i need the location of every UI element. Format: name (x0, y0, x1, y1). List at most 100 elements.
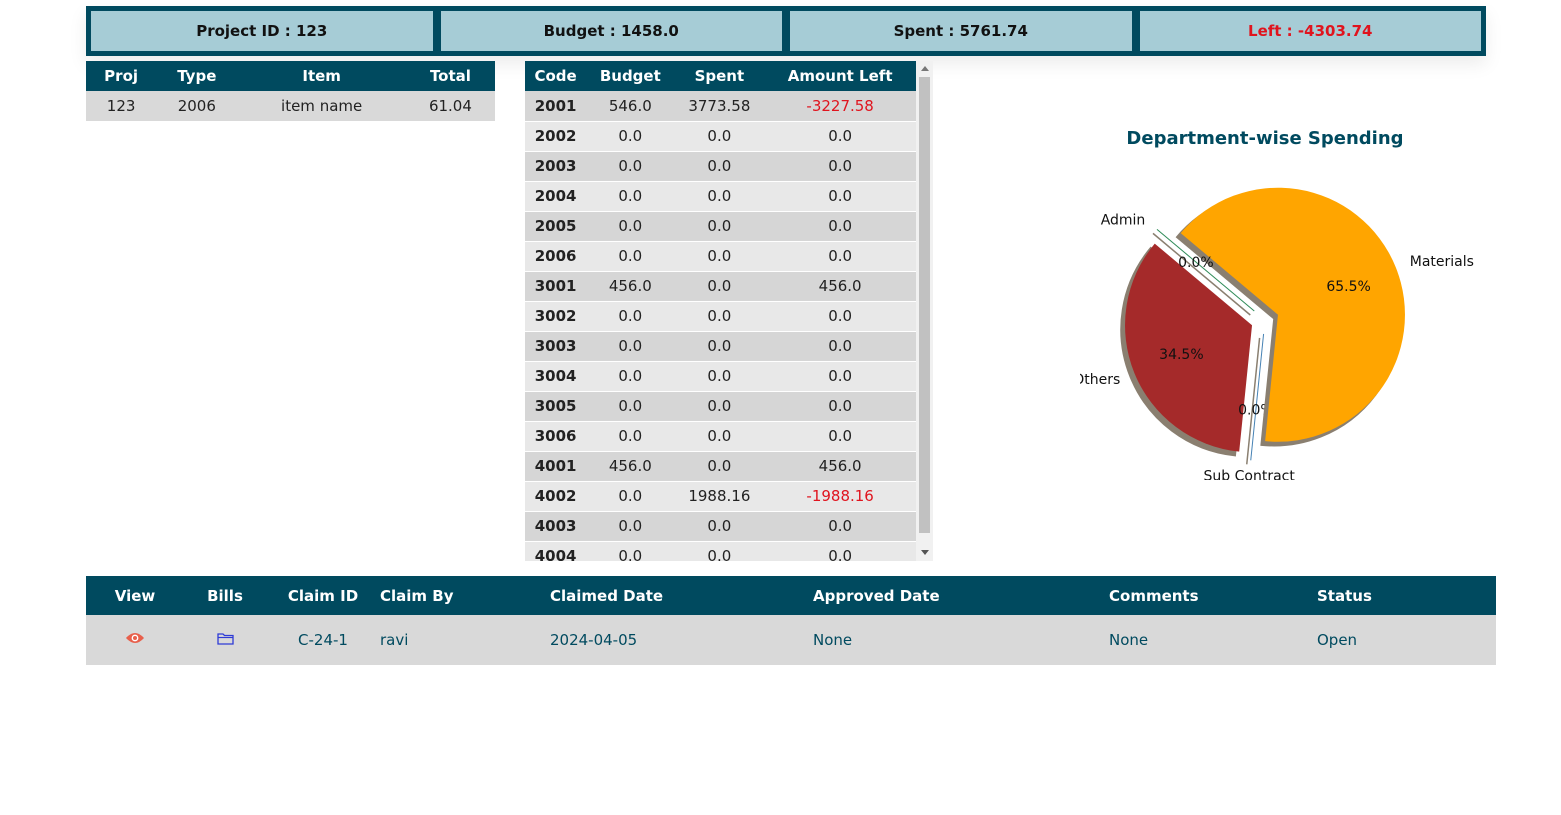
spent-cell: 0.0 (674, 421, 765, 452)
amount-left-cell: 0.0 (764, 331, 916, 362)
table-row: 2004 0.0 0.0 0.0 (525, 181, 916, 212)
bills-cell (184, 615, 266, 665)
code-cell: 3004 (525, 361, 587, 392)
budget-cell: 546.0 (586, 91, 675, 122)
amount-left-cell: 0.0 (764, 391, 916, 422)
amount-left-cell: 0.0 (764, 361, 916, 392)
scroll-thumb[interactable] (919, 77, 930, 533)
scroll-down-arrow-icon[interactable] (921, 550, 929, 555)
folder-icon[interactable] (216, 631, 234, 649)
claim-id-cell: C-24-1 (266, 615, 380, 665)
pie-category-label: Others (1080, 372, 1120, 388)
cell-item: item name (237, 91, 406, 121)
code-cell: 3001 (525, 271, 587, 302)
cell-proj: 123 (86, 91, 157, 121)
table-row: 2002 0.0 0.0 0.0 (525, 121, 916, 152)
budget-cell: 0.0 (586, 151, 675, 182)
budget-cell: 0.0 (586, 511, 675, 542)
spent-cell: 3773.58 (674, 91, 765, 122)
header-item: Item (237, 61, 406, 91)
budget-cell: 456.0 (586, 271, 675, 302)
amount-left-cell: -1988.16 (764, 481, 916, 512)
header-comments: Comments (1109, 576, 1317, 615)
header-code: Code (525, 61, 587, 91)
spent-cell: 0.0 (674, 391, 765, 422)
header-claim-id: Claim ID (266, 576, 380, 615)
scroll-up-arrow-icon[interactable] (921, 66, 929, 71)
amount-left-cell: 0.0 (764, 181, 916, 212)
code-cell: 2003 (525, 151, 587, 182)
amount-left-cell: 456.0 (764, 271, 916, 302)
pie-category-label: Admin (1101, 213, 1146, 229)
budget-cell: 0.0 (586, 181, 675, 212)
header-spent: Spent (674, 61, 765, 91)
table-row: 123 2006 item name 61.04 (86, 91, 495, 121)
table-row: 4002 0.0 1988.16 -1988.16 (525, 481, 916, 512)
amount-left-cell: -3227.58 (764, 91, 916, 122)
amount-left-cell: 0.0 (764, 301, 916, 332)
spent-cell: 0.0 (674, 211, 765, 242)
cell-total: 61.04 (405, 91, 495, 121)
eye-icon[interactable] (125, 631, 145, 649)
spent-cell: 0.0 (674, 121, 765, 152)
pie-category-label: Materials (1410, 254, 1474, 270)
header-total: Total (405, 61, 495, 91)
spent-cell: 0.0 (674, 241, 765, 272)
summary-bar: Project ID : 123 Budget : 1458.0 Spent :… (86, 6, 1486, 56)
cell-type: 2006 (156, 91, 238, 121)
table-row: 3001 456.0 0.0 456.0 (525, 271, 916, 302)
budget-cell: 0.0 (586, 331, 675, 362)
table-row: 4001 456.0 0.0 456.0 (525, 451, 916, 482)
code-cell: 4002 (525, 481, 587, 512)
code-cell: 3002 (525, 301, 587, 332)
header-view: View (86, 576, 184, 615)
pie-percent-label: 34.5% (1159, 347, 1203, 363)
project-id-card: Project ID : 123 (91, 11, 433, 51)
header-bills: Bills (184, 576, 266, 615)
header-type: Type (156, 61, 238, 91)
table-row: 2005 0.0 0.0 0.0 (525, 211, 916, 242)
amount-left-cell: 0.0 (764, 241, 916, 272)
amount-left-cell: 0.0 (764, 511, 916, 542)
amount-left-cell: 0.0 (764, 541, 916, 561)
claims-table: View Bills Claim ID Claim By Claimed Dat… (86, 576, 1496, 665)
pie-chart: Department-wise Spending 34.5% Others 0.0%… (1073, 120, 1520, 484)
pie-chart-svg: 34.5% Others 0.0% Sub Contract 65.5% Material… (1073, 187, 1474, 484)
code-cell: 3005 (525, 391, 587, 422)
budget-table-container[interactable]: Code Budget Spent Amount Left 2001 546.0 3… (525, 61, 933, 561)
table-row: 3006 0.0 0.0 0.0 (525, 421, 916, 452)
code-cell: 3003 (525, 331, 587, 362)
view-cell (86, 615, 184, 665)
spent-cell: 0.0 (674, 451, 765, 482)
budget-cell: 0.0 (586, 121, 675, 152)
budget-table-body: 2001 546.0 3773.58 -3227.58 2002 0.0 0.0 0.0 200… (525, 91, 916, 561)
items-table: Proj Type Item Total 123 2006 item name … (86, 61, 495, 121)
header-claimed-date: Claimed Date (550, 576, 813, 615)
budget-cell: 0.0 (586, 361, 675, 392)
code-cell: 2006 (525, 241, 587, 272)
left-card: Left : -4303.74 (1139, 11, 1481, 51)
claimed-date-cell: 2024-04-05 (550, 615, 813, 665)
header-approved-date: Approved Date (813, 576, 1109, 615)
table-row: 4004 0.0 0.0 0.0 (525, 541, 916, 561)
budget-cell: 0.0 (586, 541, 675, 561)
table-row: 3004 0.0 0.0 0.0 (525, 361, 916, 392)
budget-cell: 456.0 (586, 451, 675, 482)
pie-percent-label: 65.5% (1326, 279, 1370, 295)
claim-by-cell: ravi (380, 615, 550, 665)
budget-cell: 0.0 (586, 421, 675, 452)
code-cell: 4001 (525, 451, 587, 482)
spent-card: Spent : 5761.74 (790, 11, 1132, 51)
amount-left-cell: 0.0 (764, 421, 916, 452)
spent-cell: 1988.16 (674, 481, 765, 512)
budget-cell: 0.0 (586, 301, 675, 332)
amount-left-cell: 456.0 (764, 451, 916, 482)
table-row: 2001 546.0 3773.58 -3227.58 (525, 91, 916, 122)
approved-date-cell: None (813, 615, 1109, 665)
table-row: 3003 0.0 0.0 0.0 (525, 331, 916, 362)
budget-cell: 0.0 (586, 211, 675, 242)
scrollbar[interactable] (916, 61, 933, 561)
amount-left-cell: 0.0 (764, 211, 916, 242)
table-row: C-24-1 ravi 2024-04-05 None None Open (86, 615, 1496, 665)
table-row: 2003 0.0 0.0 0.0 (525, 151, 916, 182)
